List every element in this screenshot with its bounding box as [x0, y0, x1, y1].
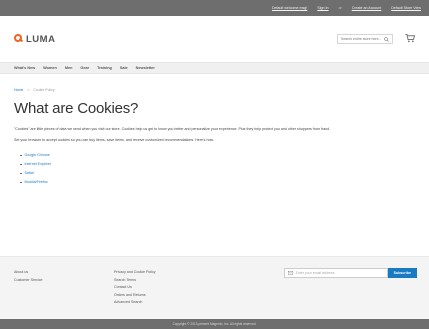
footer-link-contact[interactable]: Contact Us: [114, 284, 156, 292]
nav-item-training[interactable]: Training: [97, 66, 112, 70]
breadcrumb: Home > Cookie Policy: [14, 88, 415, 92]
nav-item-newsletter[interactable]: Newsletter: [136, 66, 155, 70]
top-panel: Default welcome msg! Sign In or Create a…: [0, 0, 429, 16]
header: LUMA: [0, 16, 429, 62]
browser-link-chrome[interactable]: Google Chrome: [25, 151, 50, 160]
nav-item-sale[interactable]: Sale: [120, 66, 128, 70]
page: Default welcome msg! Sign In or Create a…: [0, 0, 429, 329]
search-input[interactable]: [341, 37, 381, 41]
copyright-text: Copyright © 2013-present Magento, Inc. A…: [172, 322, 257, 326]
list-item: Mozilla/Firefox: [20, 178, 415, 187]
footer-column-2: Privacy and Cookie Policy Search Terms C…: [114, 269, 156, 307]
create-account-link[interactable]: Create an Account: [352, 6, 382, 10]
list-item: Internet Explorer: [20, 160, 415, 169]
search-box: [337, 34, 393, 44]
nav-item-whats-new[interactable]: What's New: [14, 66, 35, 70]
breadcrumb-home[interactable]: Home: [14, 88, 23, 92]
bullet-icon: [20, 163, 22, 166]
newsletter-form: Enter your email address Subscribe: [283, 268, 417, 278]
envelope-icon: [287, 271, 293, 275]
browser-link-ie[interactable]: Internet Explorer: [25, 160, 52, 169]
nav-item-women[interactable]: Women: [43, 66, 57, 70]
footer-link-advanced-search[interactable]: Advanced Search: [114, 299, 156, 307]
footer-link-customer-service[interactable]: Customer Service: [14, 277, 43, 285]
page-title: What are Cookies?: [14, 100, 139, 117]
cookie-instructions: Set your browser to accept cookies so yo…: [14, 138, 215, 142]
list-item: Google Chrome: [20, 151, 415, 160]
breadcrumb-separator: >: [27, 88, 30, 92]
bullet-icon: [20, 181, 22, 184]
logo-text: LUMA: [26, 33, 56, 45]
browser-link-safari[interactable]: Safari: [25, 169, 34, 178]
logo[interactable]: LUMA: [14, 33, 55, 45]
or-text: or: [338, 6, 342, 10]
browser-link-firefox[interactable]: Mozilla/Firefox: [25, 178, 48, 187]
footer-link-about-us[interactable]: About us: [14, 269, 43, 277]
main-navigation: What's New Women Men Gear Training Sale …: [0, 62, 429, 74]
cookie-description: "Cookies" are little pieces of data we s…: [14, 127, 331, 131]
footer-link-search-terms[interactable]: Search Terms: [114, 277, 156, 285]
welcome-link[interactable]: Default welcome msg!: [272, 6, 307, 10]
newsletter-email-field[interactable]: Enter your email address: [283, 268, 388, 278]
nav-item-gear[interactable]: Gear: [80, 66, 89, 70]
search-icon[interactable]: [384, 36, 389, 42]
subscribe-button[interactable]: Subscribe: [387, 268, 417, 278]
signin-link[interactable]: Sign In: [317, 6, 328, 10]
copyright-bar: Copyright © 2013-present Magento, Inc. A…: [0, 319, 429, 329]
bullet-icon: [20, 154, 22, 157]
cart-icon[interactable]: [405, 33, 415, 43]
newsletter-placeholder: Enter your email address: [295, 271, 335, 275]
store-switcher[interactable]: Default Store View: [391, 6, 421, 10]
footer-link-orders-returns[interactable]: Orders and Returns: [114, 292, 156, 300]
browser-list: Google Chrome Internet Explorer Safari M…: [20, 151, 415, 187]
bullet-icon: [20, 172, 22, 175]
breadcrumb-current: Cookie Policy: [33, 88, 55, 92]
list-item: Safari: [20, 169, 415, 178]
footer: About us Customer Service Privacy and Co…: [0, 256, 429, 319]
luma-logo-icon: [14, 33, 23, 45]
footer-link-privacy[interactable]: Privacy and Cookie Policy: [114, 269, 156, 277]
main-content: Home > Cookie Policy What are Cookies? "…: [0, 88, 429, 187]
nav-item-men[interactable]: Men: [65, 66, 73, 70]
footer-column-1: About us Customer Service: [14, 269, 43, 284]
